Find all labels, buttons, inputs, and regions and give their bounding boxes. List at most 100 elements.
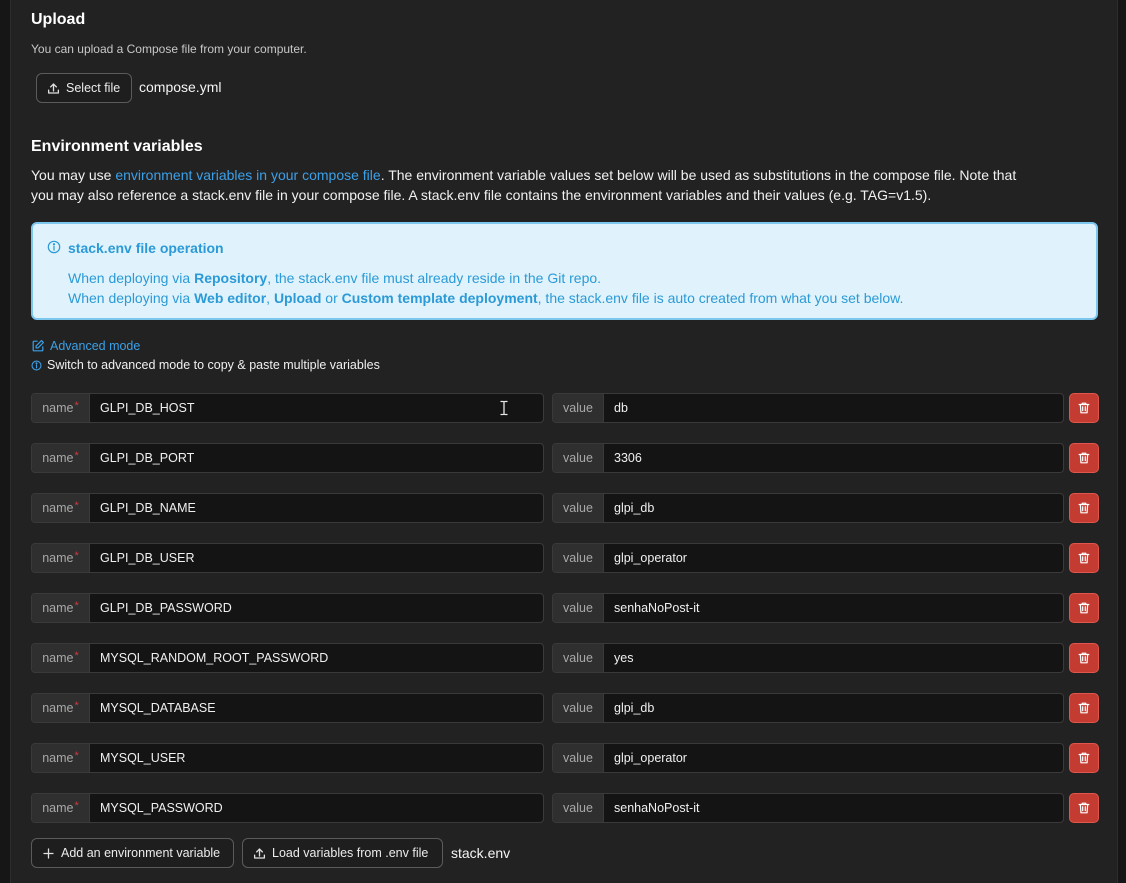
name-addon: name * [32,694,90,722]
delete-variable-button[interactable] [1069,643,1099,673]
env-docs-link[interactable]: environment variables in your compose fi… [115,167,380,183]
name-addon: name * [32,794,90,822]
value-addon: value [553,694,604,722]
name-addon: name * [32,444,90,472]
env-value-input[interactable]: glpi_operator [604,544,1063,572]
env-name-input[interactable]: GLPI_DB_USER [90,544,543,572]
env-title: Environment variables [31,138,203,155]
env-value-input[interactable]: glpi_db [604,494,1063,522]
env-name-input[interactable]: MYSQL_RANDOM_ROOT_PASSWORD [90,644,543,672]
info-box-title: stack.env file operation [68,240,224,256]
select-file-button[interactable]: Select file [36,73,132,103]
env-value-input[interactable]: senhaNoPost-it [604,594,1063,622]
env-name-input[interactable]: MYSQL_DATABASE [90,694,543,722]
env-variable-row: name * MYSQL_PASSWORD value senhaNoPost-it [31,793,1099,823]
env-name-input[interactable]: MYSQL_USER [90,744,543,772]
name-addon-label: name [42,551,74,565]
upload-icon [253,847,266,859]
info-icon [47,240,61,254]
info-icon [31,359,42,371]
name-addon-label: name [42,501,74,515]
env-value-input[interactable]: glpi_db [604,694,1063,722]
env-variable-row: name * MYSQL_DATABASE value glpi_db [31,693,1099,723]
env-value-input-group: value senhaNoPost-it [552,793,1064,823]
stack-form-panel: Upload You can upload a Compose file fro… [10,0,1118,883]
name-addon-label: name [42,401,74,415]
advanced-mode-hint: Switch to advanced mode to copy & paste … [31,358,380,372]
name-addon-label: name [42,801,74,815]
value-addon: value [553,494,604,522]
upload-title: Upload [31,11,86,28]
required-marker: * [74,600,79,612]
info-strong: Web editor [194,290,267,306]
info-strong: Upload [273,290,322,306]
env-name-input[interactable]: GLPI_DB_HOST [90,394,543,422]
env-variable-row: name * GLPI_DB_HOST value db [31,393,1099,423]
delete-variable-button[interactable] [1069,543,1099,573]
env-value-input-group: value glpi_db [552,693,1064,723]
required-marker: * [74,500,79,512]
delete-variable-button[interactable] [1069,593,1099,623]
info-box-line1: When deploying via Repository, the stack… [68,270,601,286]
required-marker: * [74,700,79,712]
env-filename: stack.env [451,845,511,861]
env-value-input-group: value yes [552,643,1064,673]
trash-icon [1078,402,1090,414]
add-env-variable-button[interactable]: Add an environment variable [31,838,234,868]
delete-variable-button[interactable] [1069,743,1099,773]
env-variable-row: name * MYSQL_RANDOM_ROOT_PASSWORD value yes [31,643,1099,673]
env-description: You may use environment variables in you… [31,165,1101,205]
value-addon: value [553,794,604,822]
env-value-input[interactable]: 3306 [604,444,1063,472]
env-variable-row: name * MYSQL_USER value glpi_operator [31,743,1099,773]
value-addon: value [553,544,604,572]
env-name-input-group: name * MYSQL_RANDOM_ROOT_PASSWORD [31,643,544,673]
info-box-line2: When deploying via Web editor, Upload or… [68,290,903,306]
required-marker: * [74,750,79,762]
value-addon: value [553,744,604,772]
info-text: When deploying via [68,290,195,306]
required-marker: * [74,450,79,462]
plus-icon [43,847,54,859]
env-name-input-group: name * GLPI_DB_HOST [31,393,544,423]
info-text: When deploying via [68,270,195,286]
env-desc-line2: you may also reference a stack.env file … [31,187,932,203]
delete-variable-button[interactable] [1069,493,1099,523]
value-addon: value [553,644,604,672]
advanced-mode-label: Advanced mode [50,339,141,353]
info-strong: Repository [194,270,268,286]
name-addon-label: name [42,751,74,765]
env-value-input[interactable]: glpi_operator [604,744,1063,772]
load-env-file-label: Load variables from .env file [272,846,429,860]
delete-variable-button[interactable] [1069,443,1099,473]
trash-icon [1078,452,1090,464]
env-name-input[interactable]: GLPI_DB_PORT [90,444,543,472]
advanced-mode-link[interactable]: Advanced mode [31,339,140,353]
env-name-input-group: name * MYSQL_USER [31,743,544,773]
delete-variable-button[interactable] [1069,393,1099,423]
delete-variable-button[interactable] [1069,693,1099,723]
env-name-input[interactable]: GLPI_DB_PASSWORD [90,594,543,622]
env-value-input[interactable]: db [604,394,1063,422]
info-strong: Custom template deployment [341,290,538,306]
env-name-input[interactable]: MYSQL_PASSWORD [90,794,543,822]
name-addon: name * [32,594,90,622]
delete-variable-button[interactable] [1069,793,1099,823]
required-marker: * [74,550,79,562]
env-desc-line1: . The environment variable values set be… [380,167,1017,183]
env-value-input-group: value 3306 [552,443,1064,473]
info-text: , [266,290,274,306]
upload-description: You can upload a Compose file from your … [31,42,307,56]
upload-filename: compose.yml [139,79,222,95]
trash-icon [1078,702,1090,714]
env-value-input[interactable]: yes [604,644,1063,672]
trash-icon [1078,652,1090,664]
name-addon: name * [32,644,90,672]
name-addon: name * [32,544,90,572]
env-name-input[interactable]: GLPI_DB_NAME [90,494,543,522]
value-addon: value [553,594,604,622]
env-value-input-group: value glpi_db [552,493,1064,523]
env-name-input-group: name * GLPI_DB_PASSWORD [31,593,544,623]
env-value-input[interactable]: senhaNoPost-it [604,794,1063,822]
load-env-file-button[interactable]: Load variables from .env file [242,838,443,868]
